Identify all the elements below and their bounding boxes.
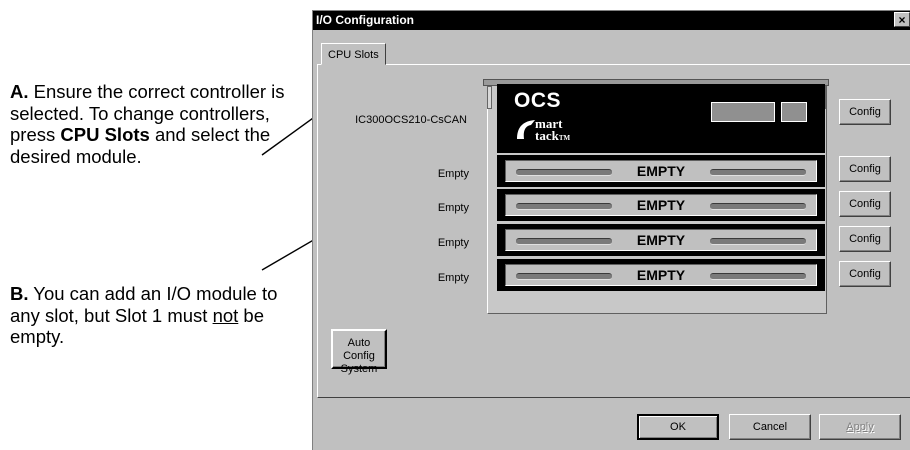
slot-3-module[interactable]: EMPTY: [497, 224, 825, 256]
cpu-slot-label: IC300OCS210-CsCAN: [355, 114, 467, 126]
slot-2-module-face: EMPTY: [505, 194, 817, 216]
slot-3-module-face: EMPTY: [505, 229, 817, 251]
cpu-module[interactable]: OCS mart tackTM: [497, 84, 825, 153]
io-configuration-dialog: I/O Configuration × CPU Slots IC300OCS21…: [312, 10, 910, 450]
slot-2-pipe-right: [710, 203, 806, 210]
dialog-title: I/O Configuration: [316, 13, 414, 27]
ocs-brand: OCS: [514, 89, 562, 112]
slot-1-label: Empty: [437, 168, 469, 180]
auto-config-label-2: System: [340, 363, 378, 375]
config-button-slot-1[interactable]: Config: [839, 156, 891, 182]
slot-1-module[interactable]: EMPTY: [497, 155, 825, 187]
config-button-cpu[interactable]: Config: [839, 99, 891, 125]
smartstack-line2: tack: [535, 128, 559, 143]
cpu-connector-left: [711, 102, 775, 122]
slot-1-module-face: EMPTY: [505, 160, 817, 182]
slot-4-pipe-right: [710, 273, 806, 280]
slot-2-label: Empty: [437, 202, 469, 214]
auto-config-system-button[interactable]: Auto Config System: [331, 329, 387, 375]
auto-config-label-1: Auto Config: [343, 337, 375, 362]
slot-2-module[interactable]: EMPTY: [497, 189, 825, 221]
config-button-slot-2[interactable]: Config: [839, 191, 891, 217]
cpu-connector-right: [781, 102, 807, 122]
slot-4-module-face: EMPTY: [505, 264, 817, 286]
slot-1-pipe-right: [710, 169, 806, 176]
slot-3-pipe-right: [710, 238, 806, 245]
smartstack-logo-text: mart tackTM: [535, 117, 571, 144]
slot-4-label: Empty: [437, 272, 469, 284]
slot-4-module[interactable]: EMPTY: [497, 259, 825, 291]
ok-button[interactable]: OK: [637, 414, 719, 440]
rack-left-post: [487, 86, 492, 109]
apply-button[interactable]: Apply: [819, 414, 901, 440]
close-button[interactable]: ×: [894, 12, 910, 27]
close-icon: ×: [898, 13, 906, 27]
tab-cpu-slots[interactable]: CPU Slots: [321, 43, 386, 65]
slot-3-label: Empty: [437, 237, 469, 249]
config-button-slot-4[interactable]: Config: [839, 261, 891, 287]
dialog-titlebar: I/O Configuration ×: [313, 11, 910, 30]
cancel-button[interactable]: Cancel: [729, 414, 811, 440]
config-button-slot-3[interactable]: Config: [839, 226, 891, 252]
smartstack-tm: TM: [558, 134, 571, 142]
